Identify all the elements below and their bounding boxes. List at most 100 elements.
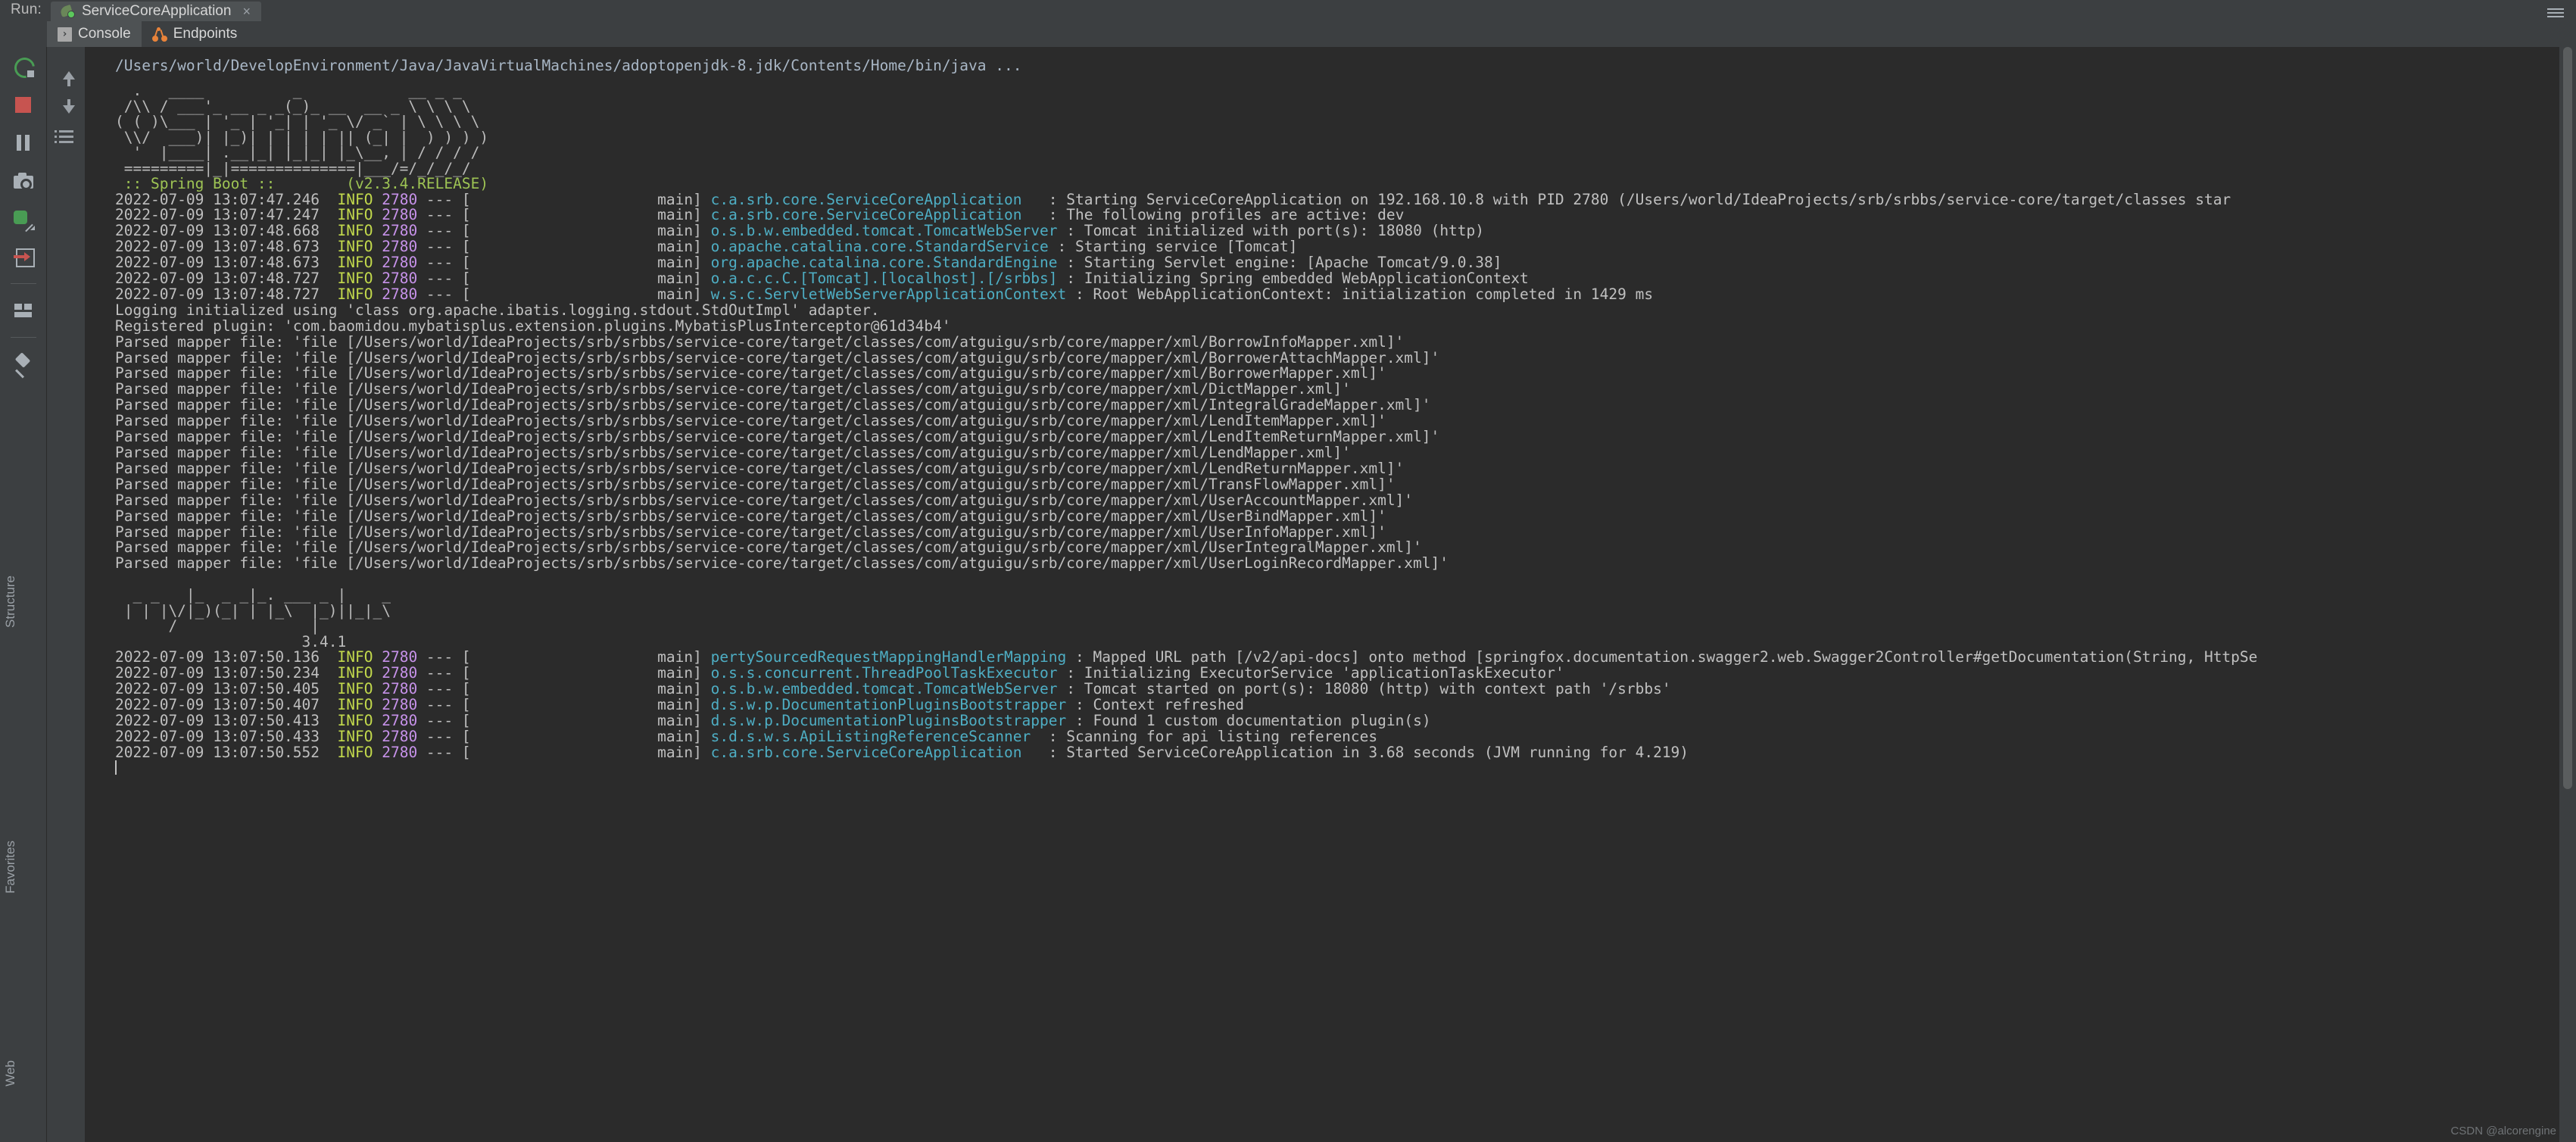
options-menu-icon[interactable] [2547, 8, 2564, 18]
log-logger: org.apache.catalina.core.StandardEngine [710, 254, 1058, 272]
rerun-button[interactable] [11, 55, 36, 80]
log-pid: 2780 [382, 285, 418, 303]
console-plain-line: Parsed mapper file: 'file [/Users/world/… [115, 364, 1386, 382]
log-line: 2022-07-09 13:07:50.405 INFO 2780 --- [ … [115, 679, 2559, 697]
log-message: : Tomcat started on port(s): 18080 (http… [1057, 679, 1671, 697]
log-pid: 2780 [382, 254, 418, 272]
log-logger: c.a.srb.core.ServiceCoreApplication [710, 206, 1040, 224]
log-logger: o.apache.catalina.core.StandardService [710, 238, 1049, 256]
log-gap [373, 664, 382, 682]
log-line: 2022-07-09 13:07:50.413 INFO 2780 --- [ … [115, 713, 2559, 729]
log-pid: 2780 [382, 222, 418, 240]
log-thread: main] [470, 743, 711, 761]
log-level: INFO [337, 238, 373, 256]
log-message: : Initializing ExecutorService 'applicat… [1057, 664, 1564, 682]
console-plain-line: Parsed mapper file: 'file [/Users/world/… [115, 412, 1386, 430]
log-thread: main] [470, 648, 711, 666]
soft-wrap-button[interactable] [11, 298, 36, 323]
log-level: INFO [337, 711, 373, 729]
tab-endpoints-label: Endpoints [173, 26, 238, 42]
log-gap [373, 222, 382, 239]
close-icon[interactable]: × [242, 4, 251, 20]
log-gap [373, 680, 382, 697]
log-pid: 2780 [382, 679, 418, 697]
log-thread: main] [470, 206, 711, 224]
console-tabs: › Console Endpoints [0, 21, 2576, 47]
log-line: 2022-07-09 13:07:50.234 INFO 2780 --- [ … [115, 664, 2559, 682]
console-plain-line: Parsed mapper file: 'file [/Users/world/… [115, 554, 1449, 573]
log-timestamp: 2022-07-09 13:07:50.433 [115, 727, 338, 745]
log-level: INFO [337, 727, 373, 745]
log-timestamp: 2022-07-09 13:07:50.234 [115, 664, 338, 682]
log-thread: main] [470, 254, 711, 272]
log-thread: main] [470, 238, 711, 256]
console-output[interactable]: /Users/world/DevelopEnvironment/Java/Jav… [85, 47, 2559, 1142]
log-separator: --- [ [417, 695, 471, 713]
run-configuration-tab[interactable]: ServiceCoreApplication × [50, 2, 261, 21]
console-plain-line: Parsed mapper file: 'file [/Users/world/… [115, 475, 1396, 493]
log-line: 2022-07-09 13:07:50.407 INFO 2780 --- [ … [115, 697, 2559, 713]
tab-endpoints[interactable]: Endpoints [142, 21, 248, 47]
scroll-up-button[interactable] [55, 67, 77, 89]
command-line: /Users/world/DevelopEnvironment/Java/Jav… [115, 57, 1022, 74]
tabs-gutter [0, 21, 47, 47]
pause-button[interactable] [11, 130, 36, 156]
pin-tab-button[interactable] [11, 351, 36, 377]
log-timestamp: 2022-07-09 13:07:48.727 [115, 270, 338, 288]
scroll-down-button[interactable] [55, 95, 77, 118]
log-level: INFO [337, 270, 373, 288]
log-level: INFO [337, 254, 373, 272]
log-logger: o.s.b.w.embedded.tomcat.TomcatWebServer [710, 679, 1058, 697]
log-gap [373, 744, 382, 761]
log-pid: 2780 [382, 238, 418, 256]
ide-run-tool-window: Run: ServiceCoreApplication × › Console … [0, 0, 2576, 1142]
thread-dump-button[interactable] [11, 206, 36, 232]
log-pid: 2780 [382, 190, 418, 208]
mybatis-plus-ascii-banner: _ _ |_ _ _|_. ___ _ | _ | | |\/|_)(_| | … [123, 586, 391, 651]
run-label: Run: [11, 2, 42, 17]
tool-window-structure[interactable]: Structure [3, 576, 18, 628]
log-gap [373, 254, 382, 271]
print-button[interactable] [55, 124, 77, 147]
log-logger: s.d.s.w.s.ApiListingReferenceScanner [710, 727, 1040, 745]
log-thread: main] [470, 727, 711, 745]
log-message: : The following profiles are active: dev [1040, 206, 1405, 224]
log-line: 2022-07-09 13:07:47.247 INFO 2780 --- [ … [115, 207, 2559, 223]
endpoints-icon [151, 27, 167, 42]
log-timestamp: 2022-07-09 13:07:47.247 [115, 206, 338, 224]
console-vertical-scrollbar[interactable] [2559, 47, 2576, 1142]
camera-button[interactable] [11, 168, 36, 194]
log-level: INFO [337, 206, 373, 224]
console-plain-line: Parsed mapper file: 'file [/Users/world/… [115, 491, 1414, 509]
exit-button[interactable] [11, 244, 36, 270]
log-message: : Scanning for api listing references [1040, 727, 1378, 745]
console-plain-line: Parsed mapper file: 'file [/Users/world/… [115, 348, 1440, 367]
log-message: : Initializing Spring embedded WebApplic… [1057, 270, 1529, 288]
spring-boot-icon [60, 4, 75, 19]
tab-console[interactable]: › Console [47, 21, 142, 47]
log-pid: 2780 [382, 664, 418, 682]
log-line: 2022-07-09 13:07:50.433 INFO 2780 --- [ … [115, 729, 2559, 745]
log-message: : Mapped URL path [/v2/api-docs] onto me… [1066, 648, 2258, 666]
console-plain-line: Registered plugin: 'com.baomidou.mybatis… [115, 317, 951, 335]
log-logger: pertySourcedRequestMappingHandlerMapping [710, 648, 1067, 666]
log-thread: main] [470, 270, 711, 288]
stop-button[interactable] [11, 92, 36, 118]
log-separator: --- [ [417, 222, 471, 240]
console-icon: › [58, 27, 72, 42]
log-line: 2022-07-09 13:07:48.673 INFO 2780 --- [ … [115, 239, 2559, 255]
log-separator: --- [ [417, 727, 471, 745]
log-line: 2022-07-09 13:07:48.668 INFO 2780 --- [ … [115, 223, 2559, 239]
run-configuration-name: ServiceCoreApplication [81, 3, 232, 19]
console-plain-line: Parsed mapper file: 'file [/Users/world/… [115, 459, 1405, 477]
log-message: : Starting service [Tomcat] [1048, 238, 1298, 256]
toolbar-divider [10, 337, 36, 338]
scrollbar-thumb[interactable] [2563, 47, 2572, 789]
log-logger: d.s.w.p.DocumentationPluginsBootstrapper [710, 695, 1067, 713]
tool-window-favorites[interactable]: Favorites [3, 841, 18, 894]
tool-window-web[interactable]: Web [3, 1060, 18, 1087]
log-line: 2022-07-09 13:07:50.136 INFO 2780 --- [ … [115, 648, 2559, 666]
console-plain-line: Parsed mapper file: 'file [/Users/world/… [115, 396, 1431, 414]
log-thread: main] [470, 695, 711, 713]
log-separator: --- [ [417, 743, 471, 761]
